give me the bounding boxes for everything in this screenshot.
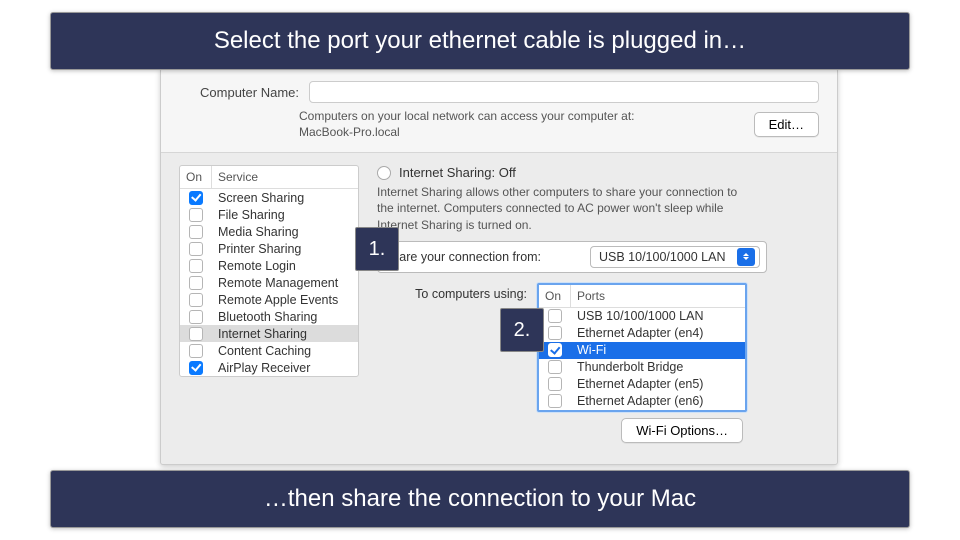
callout-2: 2. — [500, 308, 544, 352]
callout-1: 1. — [355, 227, 399, 271]
port-label: Ethernet Adapter (en4) — [571, 326, 745, 340]
port-row[interactable]: Wi-Fi — [539, 342, 745, 359]
port-label: USB 10/100/1000 LAN — [571, 309, 745, 323]
service-row[interactable]: Media Sharing — [180, 223, 358, 240]
computer-name-section: Computer Name: Computers on your local n… — [161, 69, 837, 153]
port-label: Ethernet Adapter (en6) — [571, 394, 745, 408]
service-row[interactable]: Remote Login — [180, 257, 358, 274]
status-radio-icon — [377, 166, 391, 180]
service-checkbox[interactable] — [189, 191, 203, 205]
service-row[interactable]: Screen Sharing — [180, 189, 358, 206]
local-access-text: Computers on your local network can acce… — [299, 109, 634, 140]
edit-button[interactable]: Edit… — [754, 112, 819, 137]
service-checkbox[interactable] — [189, 208, 203, 222]
service-label: Screen Sharing — [212, 191, 358, 205]
service-checkbox[interactable] — [189, 242, 203, 256]
port-row[interactable]: USB 10/100/1000 LAN — [539, 308, 745, 325]
service-checkbox[interactable] — [189, 310, 203, 324]
service-label: Remote Login — [212, 259, 358, 273]
service-checkbox[interactable] — [189, 293, 203, 307]
service-label: Remote Management — [212, 276, 358, 290]
share-from-select[interactable]: USB 10/100/1000 LAN — [590, 246, 760, 268]
computer-name-label: Computer Name: — [179, 85, 299, 100]
service-checkbox[interactable] — [189, 344, 203, 358]
share-from-value: USB 10/100/1000 LAN — [599, 250, 725, 264]
service-row[interactable]: File Sharing — [180, 206, 358, 223]
port-checkbox[interactable] — [548, 394, 562, 408]
service-checkbox[interactable] — [189, 327, 203, 341]
internet-sharing-detail: Internet Sharing: Off Internet Sharing a… — [377, 165, 819, 443]
port-checkbox[interactable] — [548, 360, 562, 374]
wifi-options-button[interactable]: Wi-Fi Options… — [621, 418, 743, 443]
port-checkbox[interactable] — [548, 326, 562, 340]
share-from-row: Share your connection from: USB 10/100/1… — [377, 241, 767, 273]
internet-sharing-description: Internet Sharing allows other computers … — [377, 184, 757, 233]
port-checkbox[interactable] — [548, 343, 562, 357]
ports-list-header: On Ports — [539, 285, 745, 308]
chevron-updown-icon — [737, 248, 755, 266]
instruction-banner-top: Select the port your ethernet cable is p… — [50, 12, 910, 70]
service-label: Internet Sharing — [212, 327, 358, 341]
port-label: Ethernet Adapter (en5) — [571, 377, 745, 391]
computer-name-input[interactable] — [309, 81, 819, 103]
port-label: Wi-Fi — [571, 343, 745, 357]
service-checkbox[interactable] — [189, 361, 203, 375]
port-row[interactable]: Thunderbolt Bridge — [539, 359, 745, 376]
service-label: File Sharing — [212, 208, 358, 222]
port-row[interactable]: Ethernet Adapter (en4) — [539, 325, 745, 342]
port-row[interactable]: Ethernet Adapter (en5) — [539, 376, 745, 393]
port-label: Thunderbolt Bridge — [571, 360, 745, 374]
service-list[interactable]: On Service Screen Sharing File Sharing Med… — [179, 165, 359, 377]
service-row[interactable]: Internet Sharing — [180, 325, 358, 342]
service-label: Printer Sharing — [212, 242, 358, 256]
share-from-label: Share your connection from: — [384, 250, 541, 264]
service-row[interactable]: AirPlay Receiver — [180, 359, 358, 376]
service-checkbox[interactable] — [189, 259, 203, 273]
port-row[interactable]: Ethernet Adapter (en6) — [539, 393, 745, 410]
service-list-header: On Service — [180, 166, 358, 189]
ports-list[interactable]: On Ports USB 10/100/1000 LAN Ethernet Ada… — [537, 283, 747, 412]
service-row[interactable]: Content Caching — [180, 342, 358, 359]
port-checkbox[interactable] — [548, 377, 562, 391]
service-label: Bluetooth Sharing — [212, 310, 358, 324]
service-label: Media Sharing — [212, 225, 358, 239]
sharing-preferences-panel: Computer Name: Computers on your local n… — [160, 68, 838, 465]
port-checkbox[interactable] — [548, 309, 562, 323]
internet-sharing-status: Internet Sharing: Off — [399, 165, 516, 180]
service-label: Remote Apple Events — [212, 293, 358, 307]
service-label: Content Caching — [212, 344, 358, 358]
service-checkbox[interactable] — [189, 276, 203, 290]
service-row[interactable]: Bluetooth Sharing — [180, 308, 358, 325]
service-label: AirPlay Receiver — [212, 361, 358, 375]
instruction-banner-bottom: …then share the connection to your Mac — [50, 470, 910, 528]
service-row[interactable]: Printer Sharing — [180, 240, 358, 257]
to-computers-label: To computers using: — [377, 283, 527, 301]
service-row[interactable]: Remote Management — [180, 274, 358, 291]
service-row[interactable]: Remote Apple Events — [180, 291, 358, 308]
service-checkbox[interactable] — [189, 225, 203, 239]
